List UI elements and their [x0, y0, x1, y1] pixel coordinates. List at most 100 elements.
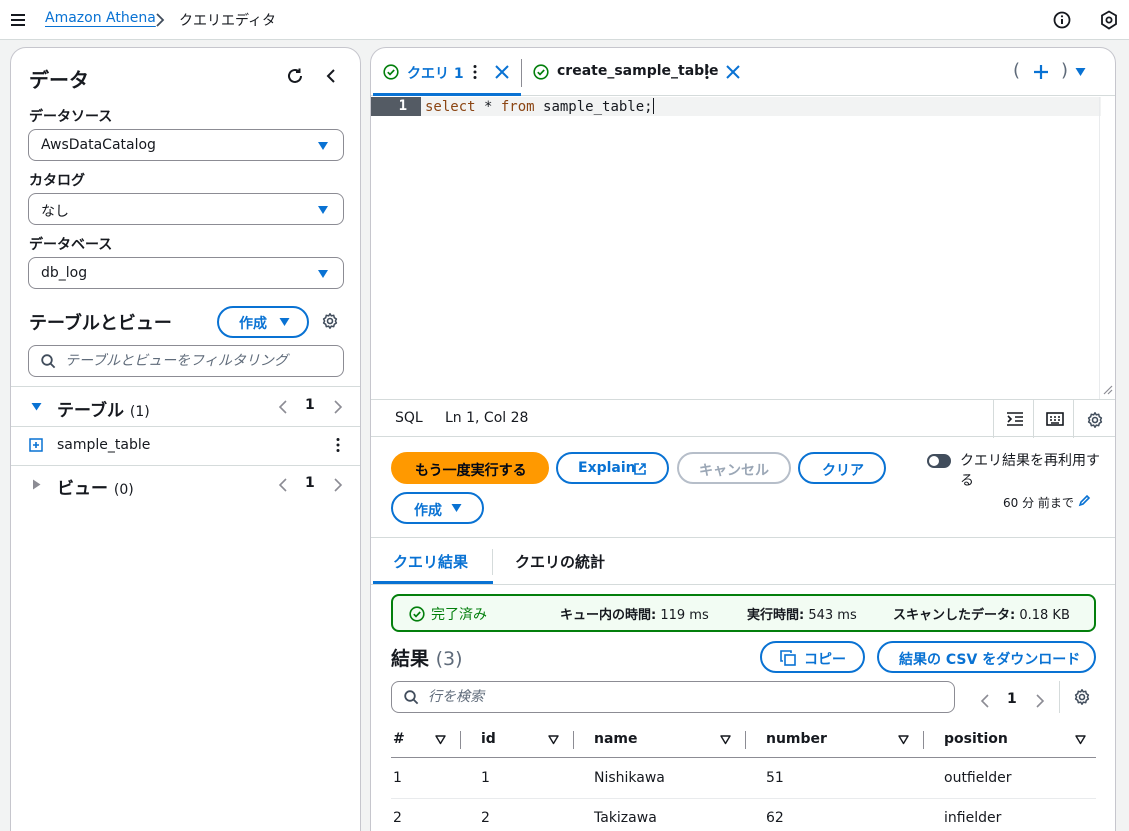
kebab-menu-icon[interactable] [704, 64, 710, 80]
paren-close: ) [1061, 60, 1069, 81]
table-filter-input[interactable] [65, 352, 335, 370]
copy-icon [780, 650, 796, 666]
chevron-left-icon[interactable] [325, 68, 337, 84]
paren-open: ( [1013, 60, 1021, 81]
table-cell: Nishikawa [594, 770, 665, 786]
column-header[interactable]: number [766, 731, 827, 747]
table-filter-field[interactable] [28, 345, 344, 377]
cancel-button[interactable]: キャンセル [677, 452, 791, 484]
download-csv-button[interactable]: 結果の CSV をダウンロード [877, 641, 1096, 673]
editor-settings-button[interactable] [1073, 400, 1113, 438]
column-header[interactable]: id [481, 731, 496, 747]
tables-pagination: 1 [278, 396, 348, 418]
resize-handle-icon[interactable] [1101, 383, 1113, 395]
explain-button[interactable]: Explain [556, 452, 669, 484]
catalog-select[interactable]: なし [28, 193, 344, 225]
settings-gear-icon[interactable] [1100, 10, 1118, 30]
column-divider[interactable] [745, 731, 746, 749]
caret-down-icon[interactable] [31, 401, 42, 412]
tab-create-sample-table[interactable]: create_sample_table [523, 48, 748, 96]
database-select[interactable]: db_log [28, 257, 344, 289]
chevron-right-icon[interactable] [333, 478, 343, 492]
active-tab-indicator [373, 93, 521, 96]
caret-down-icon [317, 205, 329, 215]
sort-caret-icon[interactable] [548, 735, 559, 745]
views-section-header[interactable]: ビュー (0) 1 [11, 465, 360, 505]
caret-down-icon [451, 503, 462, 513]
run-again-button[interactable]: もう一度実行する [391, 452, 549, 484]
close-icon[interactable] [495, 64, 509, 80]
sql-editor[interactable]: 1 select * from sample_table; [371, 97, 1115, 399]
divider [1059, 681, 1060, 713]
close-icon[interactable] [726, 64, 740, 80]
column-header[interactable]: # [393, 731, 405, 747]
tables-section-header[interactable]: テーブル (1) 1 [11, 387, 360, 427]
tab-query-1[interactable]: クエリ 1 [371, 48, 521, 96]
table-header: # id name number position [391, 722, 1096, 758]
chevron-left-icon[interactable] [278, 478, 288, 492]
indent-icon [1007, 412, 1023, 426]
row-search-field[interactable] [391, 681, 955, 713]
keyboard-shortcuts-button[interactable] [1033, 400, 1073, 438]
sort-caret-icon[interactable] [720, 735, 731, 745]
menu-icon[interactable] [9, 11, 27, 29]
gear-icon[interactable] [1073, 688, 1091, 706]
table-cell: infielder [944, 810, 1002, 826]
breadcrumb-athena-link[interactable]: Amazon Athena [45, 10, 156, 26]
clear-button[interactable]: クリア [798, 452, 886, 484]
refresh-icon[interactable] [286, 67, 304, 85]
create-dropdown-button[interactable]: 作成 [217, 306, 309, 338]
sort-caret-icon[interactable] [435, 735, 446, 745]
column-divider[interactable] [573, 731, 574, 749]
caret-down-icon[interactable] [1075, 67, 1086, 77]
add-tab-plus-icon[interactable] [1033, 64, 1049, 80]
page-number[interactable]: 1 [305, 397, 315, 413]
page-number[interactable]: 1 [305, 475, 315, 491]
format-query-button[interactable] [993, 400, 1033, 438]
chevron-left-icon[interactable] [980, 694, 990, 708]
column-header[interactable]: name [594, 731, 638, 747]
tab-query-results[interactable]: クエリ結果 [393, 551, 468, 572]
editor-status-bar: SQL Ln 1, Col 28 [371, 399, 1115, 438]
database-value: db_log [41, 265, 88, 281]
gear-icon[interactable] [321, 312, 339, 330]
results-pagination: 1 [980, 690, 1050, 712]
table-row[interactable]: 1 1 Nishikawa 51 outfielder [391, 759, 1096, 799]
edit-pencil-icon[interactable] [1078, 494, 1091, 507]
tab-query-stats[interactable]: クエリの統計 [515, 551, 605, 572]
table-item-label: sample_table [57, 437, 151, 453]
datasource-value: AwsDataCatalog [41, 137, 156, 153]
kebab-menu-icon[interactable] [333, 437, 343, 453]
execution-time: 実行時間: 543 ms [747, 608, 857, 623]
create-dropdown-button[interactable]: 作成 [391, 492, 484, 524]
chevron-left-icon[interactable] [278, 400, 288, 414]
query-tabs: クエリ 1 create_sample_table ( ) [371, 48, 1115, 96]
expand-plus-icon[interactable] [29, 438, 43, 452]
code-line[interactable]: select * from sample_table; [421, 97, 1101, 116]
gear-icon [1087, 412, 1103, 428]
line-gutter: 1 [371, 97, 421, 399]
copy-button[interactable]: コピー [760, 641, 865, 673]
reuse-results-toggle[interactable] [927, 454, 951, 468]
table-item-sample-table[interactable]: sample_table [11, 427, 360, 465]
editor-scrollbar[interactable] [1099, 97, 1115, 399]
chevron-right-icon[interactable] [333, 400, 343, 414]
sort-caret-icon[interactable] [1075, 735, 1086, 745]
kebab-menu-icon[interactable] [472, 64, 478, 80]
table-row[interactable]: 2 2 Takizawa 62 infielder [391, 799, 1096, 831]
chevron-right-icon[interactable] [1035, 694, 1045, 708]
sort-caret-icon[interactable] [898, 735, 909, 745]
catalog-value: なし [41, 204, 69, 220]
info-icon[interactable] [1053, 11, 1071, 29]
column-header[interactable]: position [944, 731, 1008, 747]
row-search-input[interactable] [428, 688, 928, 706]
caret-down-icon [317, 141, 329, 151]
caret-right-icon[interactable] [31, 479, 42, 490]
table-cell: 2 [481, 810, 490, 826]
table-cell: 1 [393, 770, 402, 786]
page-number[interactable]: 1 [1007, 691, 1017, 707]
column-divider[interactable] [460, 731, 461, 749]
column-divider[interactable] [923, 731, 924, 749]
datasource-select[interactable]: AwsDataCatalog [28, 129, 344, 161]
table-cell: outfielder [944, 770, 1012, 786]
